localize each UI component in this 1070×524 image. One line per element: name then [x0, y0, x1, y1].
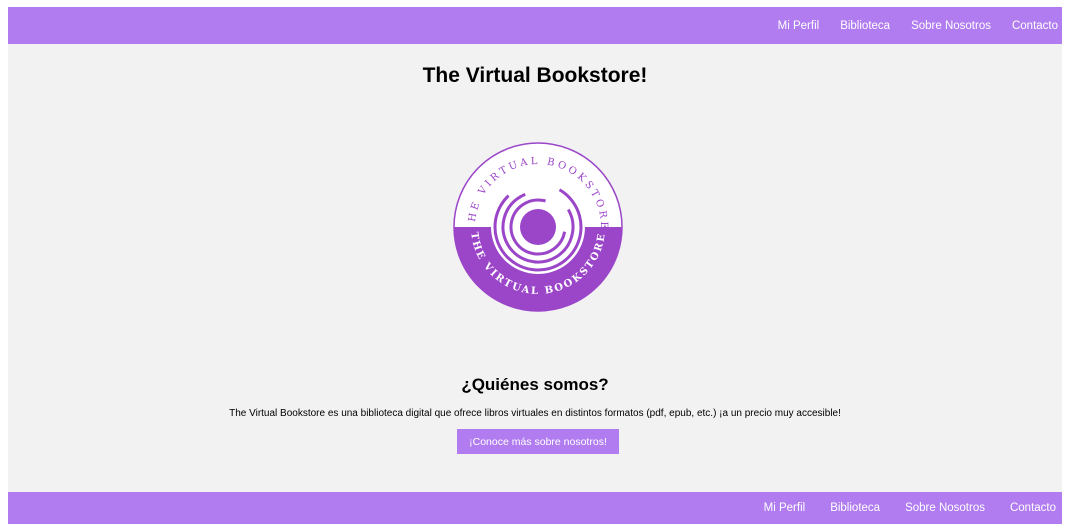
page-title: The Virtual Bookstore!	[422, 64, 648, 87]
nav-link-contacto[interactable]: Contacto	[1012, 20, 1058, 32]
footer-link-contacto[interactable]: Contacto	[1010, 502, 1056, 514]
footer-link-sobre-nosotros[interactable]: Sobre Nosotros	[905, 502, 985, 514]
about-description: The Virtual Bookstore es una biblioteca …	[229, 408, 841, 419]
about-title: ¿Quiénes somos?	[461, 375, 609, 394]
learn-more-button[interactable]: ¡Conoce más sobre nosotros!	[457, 429, 619, 454]
top-navbar: Mi Perfil Biblioteca Sobre Nosotros Cont…	[8, 7, 1062, 44]
page: Mi Perfil Biblioteca Sobre Nosotros Cont…	[0, 0, 1070, 524]
nav-link-biblioteca[interactable]: Biblioteca	[840, 20, 890, 32]
footer-link-biblioteca[interactable]: Biblioteca	[830, 502, 880, 514]
main-content: Mi Perfil Biblioteca Sobre Nosotros Cont…	[8, 7, 1062, 524]
footer-link-mi-perfil[interactable]: Mi Perfil	[764, 502, 806, 514]
footer-navbar: Mi Perfil Biblioteca Sobre Nosotros Cont…	[8, 492, 1062, 524]
nav-link-mi-perfil[interactable]: Mi Perfil	[778, 20, 820, 32]
nav-link-sobre-nosotros[interactable]: Sobre Nosotros	[911, 20, 991, 32]
bookstore-logo: THE VIRTUAL BOOKSTORE THE VIRTUAL BOOKST…	[453, 142, 623, 312]
